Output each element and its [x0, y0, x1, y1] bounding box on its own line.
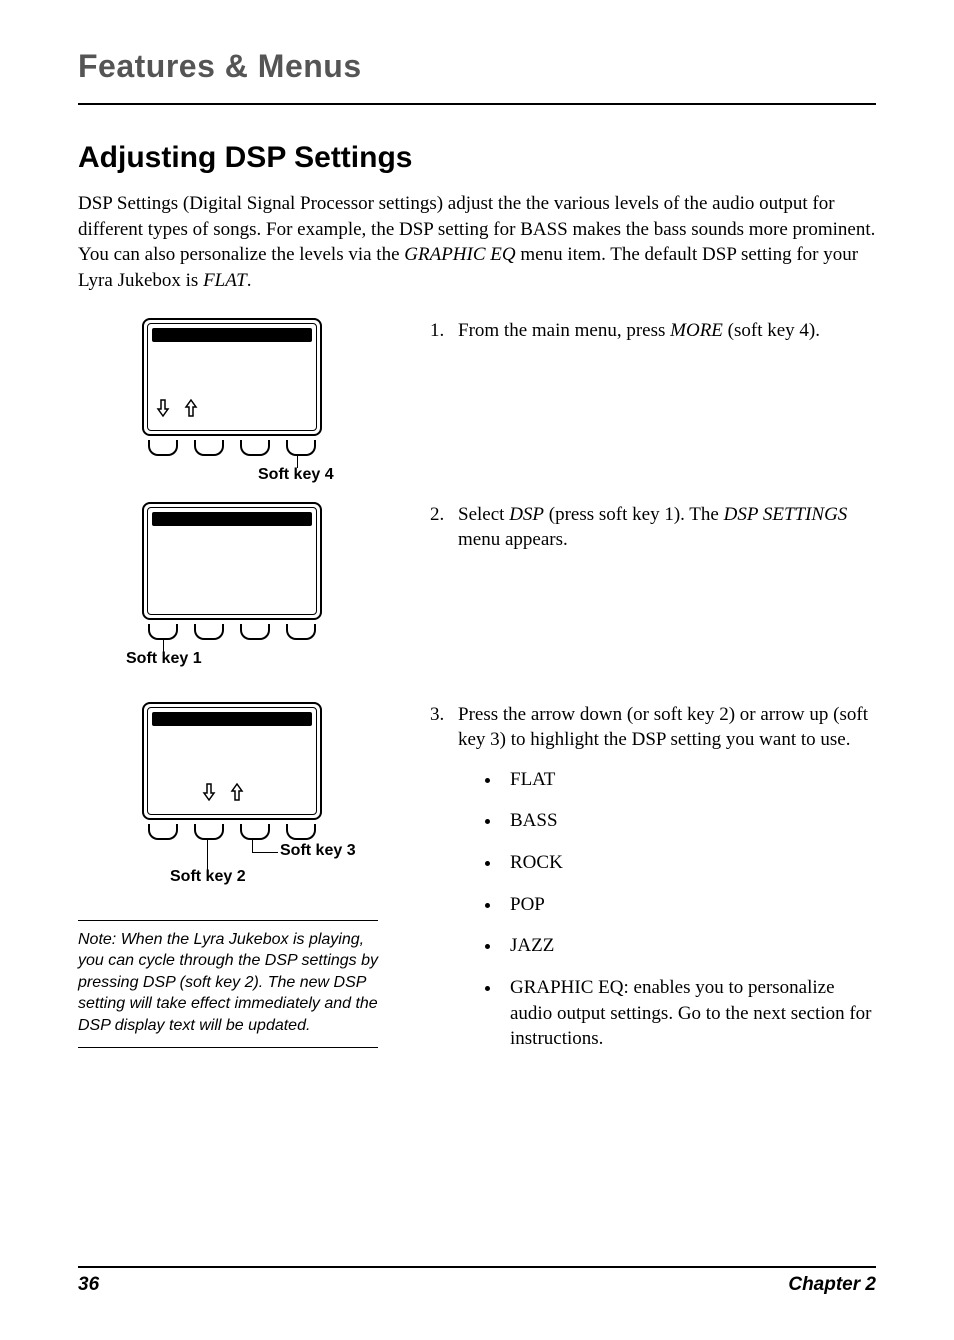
intro-em-2: FLAT — [203, 270, 247, 291]
device-figure-3 — [142, 702, 322, 840]
step-2-a: Select — [458, 504, 509, 525]
softkey-3 — [240, 440, 270, 456]
arrow-up-icon — [184, 398, 198, 418]
step-1-text: From the main menu, press MORE (soft key… — [458, 318, 876, 344]
arrow-up-icon — [230, 782, 244, 802]
list-item: BASS — [502, 808, 876, 834]
list-item: JAZZ — [502, 933, 876, 959]
list-item: FLAT — [502, 767, 876, 793]
step-3-text: Press the arrow down (or soft key 2) or … — [458, 704, 868, 751]
softkey-1-label: Soft key 1 — [126, 650, 426, 668]
step-1-a: From the main menu, press — [458, 320, 670, 341]
step-2-em1: DSP — [509, 504, 544, 525]
note-rule-bottom — [78, 1047, 378, 1048]
page-number: 36 — [78, 1274, 99, 1296]
step-2-b: (press soft key 1). The — [544, 504, 724, 525]
step-2-em2: DSP SETTINGS — [724, 504, 848, 525]
page-footer: 36 Chapter 2 — [78, 1266, 876, 1296]
softkey-4-label: Soft key 4 — [258, 466, 438, 484]
softkey-1 — [148, 440, 178, 456]
step-2-number: 2. — [430, 502, 458, 553]
page-title: Adjusting DSP Settings — [78, 141, 876, 175]
intro-em-1: GRAPHIC EQ — [404, 244, 515, 265]
intro-text-3: . — [247, 270, 252, 291]
softkey-2 — [194, 824, 224, 840]
step-2-text: Select DSP (press soft key 1). The DSP S… — [458, 502, 876, 553]
step-1-number: 1. — [430, 318, 458, 344]
softkey-4 — [286, 440, 316, 456]
step-2-c: menu appears. — [458, 529, 568, 550]
section-heading: Features & Menus — [78, 48, 876, 87]
softkey-2 — [194, 624, 224, 640]
note-rule-top — [78, 920, 378, 921]
section-rule — [78, 103, 876, 105]
chapter-label: Chapter 2 — [788, 1274, 876, 1296]
softkey-3 — [240, 624, 270, 640]
arrow-down-icon — [202, 782, 216, 802]
softkey-1 — [148, 824, 178, 840]
softkey-3 — [240, 824, 270, 840]
step-1-em: MORE — [670, 320, 723, 341]
device-figure-2 — [142, 502, 322, 640]
list-item: POP — [502, 892, 876, 918]
step-1-b: (soft key 4). — [723, 320, 820, 341]
note-text: Note: When the Lyra Jukebox is playing, … — [78, 929, 378, 1037]
softkey-2 — [194, 440, 224, 456]
softkey-2-label: Soft key 2 — [170, 868, 470, 886]
softkey-3-label: Soft key 3 — [280, 842, 580, 860]
list-item: GRAPHIC EQ: enables you to personalize a… — [502, 975, 876, 1052]
softkey-4 — [286, 824, 316, 840]
softkey-4 — [286, 624, 316, 640]
arrow-down-icon — [156, 398, 170, 418]
intro-paragraph: DSP Settings (Digital Signal Processor s… — [78, 191, 876, 294]
device-figure-1: Soft key 4 — [142, 318, 322, 474]
dsp-list: FLAT BASS ROCK POP JAZZ GRAPHIC EQ: enab… — [458, 767, 876, 1052]
